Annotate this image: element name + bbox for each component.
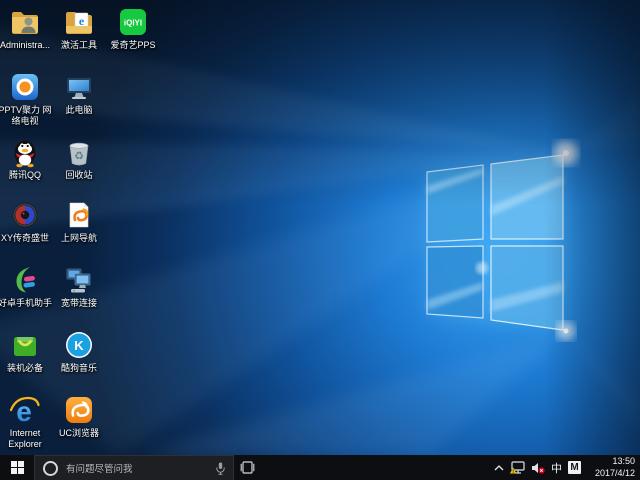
desktop-icon-pptv[interactable]: PPTV聚力 网络电视 <box>0 71 52 128</box>
icon-label: 此电脑 <box>65 105 92 116</box>
windows-logo-icon <box>11 461 24 474</box>
cortana-search-box[interactable]: 有问题尽管问我 <box>34 455 234 480</box>
svg-text:K: K <box>74 338 84 353</box>
clock-time: 13:50 <box>612 456 635 467</box>
task-view-icon <box>240 461 255 474</box>
ime-language-mode[interactable]: 中 <box>551 460 562 476</box>
essential-software-bag-icon <box>9 329 41 361</box>
desktop-icon-area: Administra... e 激活工具 iQIYI 爱奇艺PPS <box>0 0 640 455</box>
microphone-icon[interactable] <box>216 462 225 475</box>
desktop-icon-web-navigation[interactable]: 上网导航 <box>52 199 106 244</box>
windows-desktop-screen: Administra... e 激活工具 iQIYI 爱奇艺PPS <box>0 0 640 480</box>
icon-label: 回收站 <box>65 170 92 181</box>
desktop-icon-kugou-music[interactable]: K 酷狗音乐 <box>52 329 106 374</box>
tencent-qq-icon <box>9 136 41 168</box>
cortana-icon <box>43 461 58 476</box>
haozhuo-assistant-icon <box>9 264 41 296</box>
pptv-icon <box>9 71 41 103</box>
desktop-icon-internet-explorer[interactable]: e Internet Explorer <box>0 394 52 451</box>
desktop-icon-tencent-qq[interactable]: 腾讯QQ <box>0 136 52 181</box>
this-pc-icon <box>63 71 95 103</box>
hidden-icons-chevron[interactable] <box>494 465 504 471</box>
svg-text:♻: ♻ <box>74 151 84 163</box>
icon-label: 爱奇艺PPS <box>110 40 155 51</box>
broadband-connection-icon <box>63 264 95 296</box>
activation-tools-folder-icon: e <box>63 6 95 38</box>
icon-label: 装机必备 <box>7 363 43 374</box>
svg-text:iQIYI: iQIYI <box>124 19 142 28</box>
internet-explorer-icon: e <box>9 394 41 426</box>
desktop-icon-this-pc[interactable]: 此电脑 <box>52 71 106 116</box>
administrator-folder-icon <box>9 6 41 38</box>
desktop-icon-uc-browser[interactable]: UC浏览器 <box>52 394 106 439</box>
taskbar: 有问题尽管问我 <box>0 455 640 480</box>
icon-label: 上网导航 <box>61 233 97 244</box>
xy-legend-game-icon <box>9 199 41 231</box>
svg-text:e: e <box>79 14 85 28</box>
taskbar-clock[interactable]: 13:50 2017/4/12 <box>587 456 635 479</box>
icon-label: 激活工具 <box>61 40 97 51</box>
desktop-icon-essential-software[interactable]: 装机必备 <box>0 329 52 374</box>
desktop-icon-xy-legend-game[interactable]: XY传奇盛世 <box>0 199 52 244</box>
start-button[interactable] <box>0 455 34 480</box>
volume-muted-icon[interactable] <box>531 462 545 474</box>
icon-label: 宽带连接 <box>61 298 97 309</box>
icon-label: 好卓手机助手 <box>0 298 52 309</box>
icon-label: Internet Explorer <box>0 428 52 451</box>
desktop-icon-administrator-folder[interactable]: Administra... <box>0 6 52 51</box>
desktop-icon-broadband-connection[interactable]: 宽带连接 <box>52 264 106 309</box>
ime-badge[interactable]: M <box>568 461 581 474</box>
icon-label: XY传奇盛世 <box>1 233 49 244</box>
desktop-icon-iqiyi-pps[interactable]: iQIYI 爱奇艺PPS <box>106 6 160 51</box>
recycle-bin-icon: ♻ <box>63 136 95 168</box>
desktop-icon-haozhuo-assistant[interactable]: 好卓手机助手 <box>0 264 52 309</box>
desktop-icon-activation-tools[interactable]: e 激活工具 <box>52 6 106 51</box>
icon-label: PPTV聚力 网络电视 <box>0 105 52 128</box>
iqiyi-pps-icon: iQIYI <box>117 6 149 38</box>
web-navigation-icon <box>63 199 95 231</box>
kugou-music-icon: K <box>63 329 95 361</box>
icon-label: 酷狗音乐 <box>61 363 97 374</box>
icon-label: UC浏览器 <box>59 428 99 439</box>
search-placeholder: 有问题尽管问我 <box>66 461 133 475</box>
network-warning-icon[interactable] <box>510 461 525 474</box>
icon-label: Administra... <box>0 40 50 51</box>
taskbar-empty-area <box>260 455 494 480</box>
desktop-icon-recycle-bin[interactable]: ♻ 回收站 <box>52 136 106 181</box>
system-tray: 中 M 13:50 2017/4/12 <box>494 455 640 480</box>
icon-label: 腾讯QQ <box>9 170 41 181</box>
task-view-button[interactable] <box>234 455 260 480</box>
clock-date: 2017/4/12 <box>595 468 635 479</box>
uc-browser-icon <box>63 394 95 426</box>
